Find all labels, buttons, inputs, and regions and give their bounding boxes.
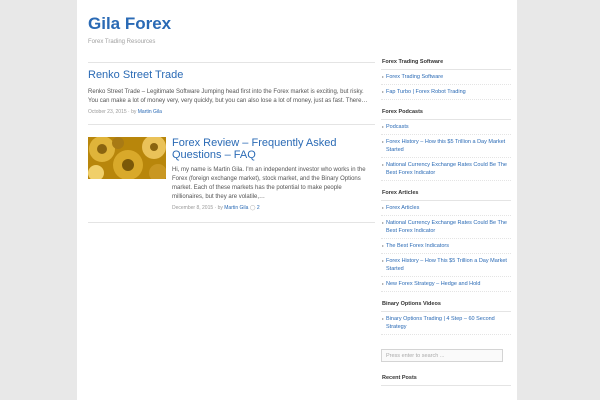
post-thumbnail[interactable]	[88, 137, 166, 179]
widget-title: Forex Articles	[381, 187, 511, 201]
widget-binary-options-videos: Binary Options Videos Binary Options Tra…	[381, 298, 511, 335]
sidebar-link[interactable]: The Best Forex Indicators	[381, 239, 511, 254]
post-by: by	[131, 109, 137, 115]
sidebar-link[interactable]: Podcasts	[381, 120, 511, 135]
page-container: Gila Forex Forex Trading Resources Renko…	[77, 0, 517, 400]
post-author-link[interactable]: Martin Gila	[138, 109, 162, 115]
widget-title: Binary Options Videos	[381, 298, 511, 312]
post-meta: October 23, 2015 · by Martin Gila	[88, 109, 162, 115]
widget-title-recent-posts: Recent Posts	[381, 372, 511, 386]
divider	[88, 62, 375, 63]
main-content: Renko Street Trade Renko Street Trade – …	[88, 62, 375, 223]
comment-icon: ◯	[249, 205, 257, 211]
sidebar: Forex Trading Software Forex Trading Sof…	[381, 56, 511, 386]
post-title[interactable]: Renko Street Trade	[88, 69, 183, 81]
site-title[interactable]: Gila Forex	[88, 14, 171, 34]
comment-count-link[interactable]: 2	[257, 205, 260, 211]
widget-forex-trading-software: Forex Trading Software Forex Trading Sof…	[381, 56, 511, 100]
widget-title: Forex Trading Software	[381, 56, 511, 70]
gears-image	[88, 137, 166, 179]
site-description: Forex Trading Resources	[88, 39, 156, 45]
divider	[88, 222, 375, 223]
sidebar-link[interactable]: Forex History – How This $5 Trillion a D…	[381, 254, 511, 277]
widget-title: Forex Podcasts	[381, 106, 511, 120]
sidebar-link[interactable]: New Forex Strategy – Hedge and Hold	[381, 277, 511, 292]
post-author-link[interactable]: Martin Gila	[224, 205, 248, 211]
widget-forex-podcasts: Forex Podcasts Podcasts Forex History – …	[381, 106, 511, 181]
sidebar-link[interactable]: Fap Turbo | Forex Robot Trading	[381, 85, 511, 100]
post-meta: December 8, 2015 · by Martin Gila ◯ 2	[172, 205, 260, 211]
widget-forex-articles: Forex Articles Forex Articles National C…	[381, 187, 511, 292]
post-excerpt: Renko Street Trade – Legitimate Software…	[88, 89, 368, 104]
post-title[interactable]: Forex Review – Frequently Asked Question…	[172, 137, 375, 161]
search-input[interactable]	[381, 349, 503, 362]
sidebar-link[interactable]: National Currency Exchange Rates Could B…	[381, 158, 511, 181]
divider	[88, 124, 375, 125]
post-excerpt: Hi, my name is Martin Gila. I'm an indep…	[172, 167, 366, 200]
post-date: December 8, 2015	[172, 205, 214, 211]
sidebar-link[interactable]: Forex Articles	[381, 201, 511, 216]
sidebar-link[interactable]: National Currency Exchange Rates Could B…	[381, 216, 511, 239]
sidebar-link[interactable]: Forex Trading Software	[381, 70, 511, 85]
sidebar-link[interactable]: Binary Options Trading | 4 Step – 60 Sec…	[381, 312, 511, 335]
sidebar-link[interactable]: Forex History – How this $5 Trillion a D…	[381, 135, 511, 158]
post-by: by	[217, 205, 223, 211]
post-date: October 23, 2015	[88, 109, 127, 115]
